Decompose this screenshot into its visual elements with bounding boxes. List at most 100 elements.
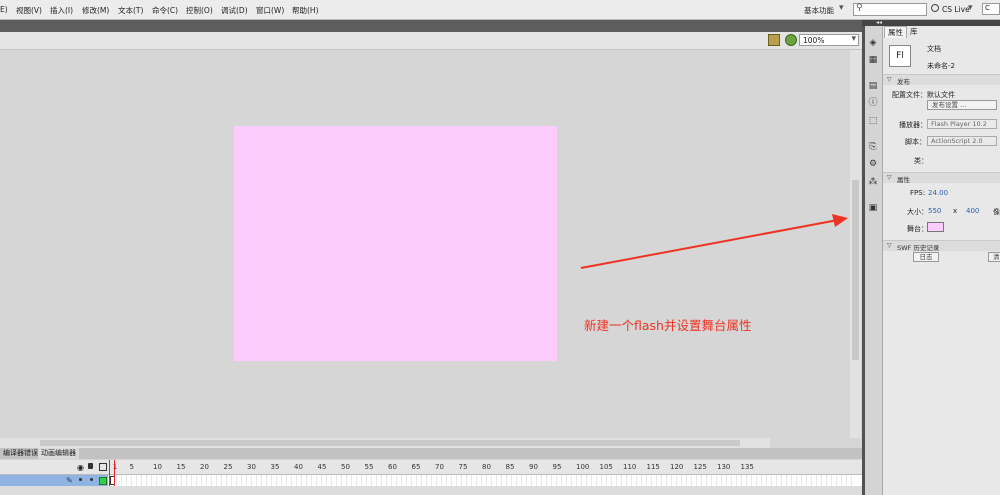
transform-icon[interactable]: ⬚ [868, 116, 878, 126]
help-box[interactable]: C [982, 3, 1000, 15]
edit-scene-icon[interactable] [768, 34, 780, 46]
components-icon[interactable]: ⚙ [868, 159, 878, 169]
search-icon: ⚲ [856, 3, 863, 13]
frame-number: 60 [388, 463, 397, 471]
fps-value[interactable]: 24.00 [928, 189, 948, 197]
layer-row[interactable]: ✎ [0, 475, 862, 486]
tab-properties[interactable]: 属性 [884, 26, 907, 38]
chevron-down-icon[interactable]: ▾ [968, 3, 973, 13]
collapse-icon[interactable]: ◂◂ [876, 19, 882, 26]
frames-strip[interactable] [112, 475, 852, 486]
frame-number: 135 [740, 463, 754, 471]
class-label: 类： [914, 157, 928, 165]
frame-number: 25 [223, 463, 233, 471]
script-select[interactable]: ActionScript 2.0 [927, 136, 997, 146]
player-select[interactable]: Flash Player 10.2 [927, 119, 997, 129]
profile-value: 默认文件 [927, 91, 955, 99]
zoom-value: 100% [803, 36, 825, 45]
clear-button[interactable]: 清 [988, 252, 1000, 262]
profile-label: 配置文件： [892, 91, 927, 99]
horizontal-scrollbar[interactable] [0, 438, 770, 448]
frame-number: 15 [176, 463, 186, 471]
frame-number: 80 [482, 463, 491, 471]
color-icon[interactable]: ◈ [868, 38, 878, 48]
document-name: 未命名-2 [927, 62, 955, 70]
align-icon[interactable]: ▤ [868, 81, 878, 91]
frame-number: 40 [294, 463, 303, 471]
frame-number: 120 [670, 463, 684, 471]
frame-number: 65 [411, 463, 421, 471]
document-type: 文档 [927, 45, 941, 53]
timeline-footer [0, 486, 862, 495]
stage-label: 舞台： [907, 225, 928, 233]
frame-number: 110 [623, 463, 637, 471]
pencil-icon: ✎ [66, 476, 73, 485]
outline-icon[interactable] [99, 463, 107, 471]
frame-number: 130 [717, 463, 731, 471]
menu-help[interactable]: 帮助(H) [292, 5, 319, 16]
lock-icon[interactable] [88, 463, 93, 469]
frame-number: 90 [529, 463, 538, 471]
swatches-icon[interactable]: ▦ [868, 55, 878, 65]
menu-text[interactable]: 文本(T) [118, 5, 143, 16]
triangle-down-icon: ▽ [887, 242, 892, 249]
search-input[interactable]: ⚲ [853, 3, 927, 16]
menu-edit[interactable]: E) [0, 5, 8, 14]
eye-icon[interactable]: ◉ [77, 463, 84, 472]
tab-library[interactable]: 库 [907, 26, 921, 37]
menu-modify[interactable]: 修改(M) [82, 5, 109, 16]
tab-motion-editor[interactable]: 动画编辑器 [38, 448, 79, 459]
cs-live-button[interactable]: CS Live [942, 5, 970, 14]
menu-commands[interactable]: 命令(C) [152, 5, 178, 16]
panel-tabs: 编译器错误 动画编辑器 [0, 448, 862, 459]
zoom-select[interactable]: 100% ▾ [799, 34, 859, 46]
cs-live-icon [931, 4, 939, 12]
visibility-dot[interactable] [79, 478, 82, 481]
scrollbar-thumb[interactable] [852, 180, 859, 360]
menu-debug[interactable]: 调试(D) [221, 5, 248, 16]
frame-number: 115 [646, 463, 660, 471]
publish-settings-button[interactable]: 发布设置 ... [927, 100, 997, 110]
vertical-scrollbar[interactable] [850, 50, 861, 438]
motion-presets-icon[interactable]: ⁂ [868, 177, 878, 187]
chevron-down-icon[interactable]: ▾ [839, 3, 844, 13]
frame-number: 75 [458, 463, 468, 471]
menu-control[interactable]: 控制(O) [186, 5, 213, 16]
section-publish[interactable]: ▽ 发布 [883, 74, 1000, 86]
edit-symbol-icon[interactable] [785, 34, 797, 46]
menu-view[interactable]: 视图(V) [16, 5, 42, 16]
log-button[interactable]: 日志 [913, 252, 939, 262]
section-swf-history[interactable]: ▽ SWF 历史记录 [883, 240, 1000, 252]
menu-insert[interactable]: 插入(I) [50, 5, 73, 16]
flash-document-icon: Fl [889, 45, 911, 67]
lock-dot[interactable] [90, 478, 93, 481]
frame-number: 95 [552, 463, 562, 471]
script-label: 脚本： [905, 138, 926, 146]
width-value[interactable]: 550 [928, 207, 941, 215]
scene-icon[interactable]: ▣ [868, 203, 878, 213]
stage[interactable] [234, 126, 557, 361]
height-value[interactable]: 400 [966, 207, 979, 215]
frame-number: 35 [270, 463, 280, 471]
triangle-down-icon: ▽ [887, 76, 892, 83]
timeline-ruler: ◉ 1 5 10 15 20 25 30 35 40 45 50 55 60 65 70 75 80 85 90 95… [0, 460, 862, 475]
stage-color-swatch[interactable] [927, 222, 944, 232]
frame-number: 85 [505, 463, 515, 471]
section-properties[interactable]: ▽ 属性 [883, 172, 1000, 184]
frame-number: 70 [435, 463, 444, 471]
layer-color-swatch[interactable] [99, 477, 107, 485]
info-icon[interactable]: ⓘ [868, 98, 878, 108]
size-separator: x [953, 207, 958, 215]
menu-window[interactable]: 窗口(W) [256, 5, 284, 16]
frame-number: 55 [364, 463, 374, 471]
frame-number: 20 [200, 463, 209, 471]
code-snippets-icon[interactable]: ⎘ [868, 142, 878, 152]
annotation-arrow [580, 214, 848, 269]
annotation-text: 新建一个flash并设置舞台属性 [584, 318, 752, 333]
tab-compiler-errors[interactable]: 编译器错误 [0, 448, 41, 459]
document-tab-strip [0, 20, 862, 32]
menu-bar: E) 视图(V) 插入(I) 修改(M) 文本(T) 命令(C) 控制(O) 调… [0, 0, 1000, 20]
frame-number: 105 [599, 463, 613, 471]
scrollbar-thumb[interactable] [40, 440, 740, 446]
workspace-switcher[interactable]: 基本功能 [804, 5, 834, 16]
